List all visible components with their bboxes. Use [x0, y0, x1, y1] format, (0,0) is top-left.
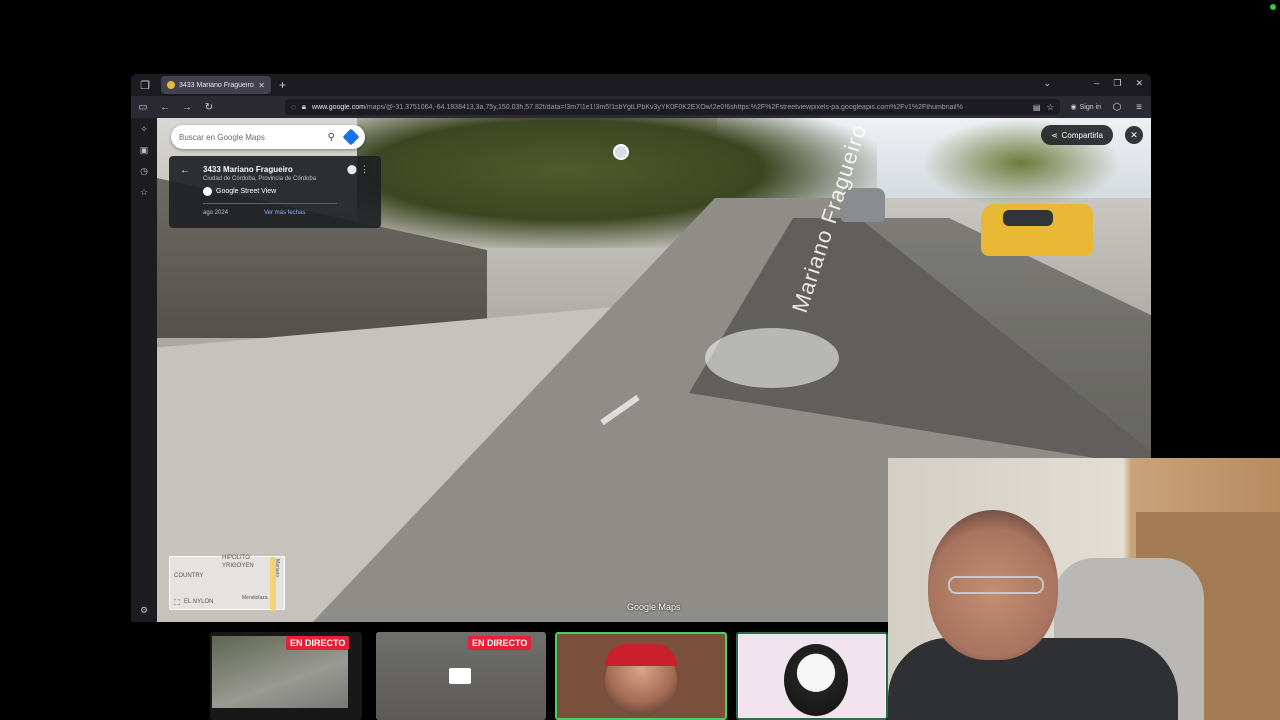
url-text: www.google.com/maps/@-31.3751064,-64.183… [312, 103, 963, 111]
google-logo-icon [203, 187, 212, 196]
maps-favicon-icon [167, 81, 175, 89]
address-city: Ciudad de Córdoba, Provincia de Córdoba [203, 176, 317, 182]
share-button[interactable]: ⋖ Compartirla [1040, 125, 1113, 145]
minimap-label: EL NYLON [184, 599, 214, 605]
sidebar-settings-icon[interactable]: ⚙ [140, 605, 148, 616]
pin-icon[interactable]: ⬤ [347, 164, 357, 175]
minimap[interactable]: HIPOLITO YRIGOYEN COUNTRY EL NYLON Mendi… [169, 555, 285, 611]
browser-tab[interactable]: 3433 Mariano Fragueiro - Góc ✕ [161, 76, 271, 94]
see-more-dates-link[interactable]: Ver más fechas [264, 210, 305, 216]
divider [203, 203, 337, 204]
share-icon: ⋖ [1050, 130, 1058, 140]
webcam-person-body [888, 638, 1178, 720]
sign-in-button[interactable]: ◉ Sign in [1070, 103, 1101, 112]
minimap-label: HIPOLITO [222, 555, 250, 561]
close-tab-icon[interactable]: ✕ [258, 81, 265, 90]
tracking-shield-icon[interactable]: ◌ [291, 103, 296, 112]
stream-tile-1[interactable]: EN DIRECTO [210, 632, 362, 720]
tab-title: 3433 Mariano Fragueiro - Góc [179, 81, 254, 89]
window-close-icon[interactable]: ✕ [1135, 78, 1143, 89]
new-tab-button[interactable]: + [279, 78, 286, 92]
capture-date: ago 2024 [203, 210, 229, 216]
tab-list-icon[interactable]: ❐ [137, 77, 153, 93]
status-indicator [1270, 4, 1276, 10]
list-tabs-chevron-icon[interactable]: ⌄ [1043, 78, 1051, 89]
participant-tile-1[interactable] [555, 632, 727, 720]
sidebar-toggle-icon[interactable]: ▭ [137, 102, 149, 113]
menu-icon[interactable]: ≡ [1133, 102, 1145, 113]
forward-icon[interactable]: → [181, 102, 193, 113]
extensions-icon[interactable]: ⬡ [1111, 102, 1123, 113]
google-maps-watermark: Google Maps [627, 602, 681, 612]
avatar-cap [605, 644, 677, 666]
bookmark-star-icon[interactable]: ☆ [1046, 102, 1054, 113]
yellow-taxi [981, 204, 1093, 256]
screen: ❐ 3433 Mariano Fragueiro - Góc ✕ + ⌄ – ❐… [0, 0, 1280, 720]
ai-chat-icon[interactable]: ✧ [140, 124, 148, 135]
back-arrow-icon[interactable]: ← [180, 165, 190, 176]
stream-tile-2[interactable]: EN DIRECTO [376, 632, 546, 720]
maps-search-box[interactable]: Buscar en Google Maps ⚲ [171, 125, 365, 149]
live-badge: EN DIRECTO [468, 636, 532, 650]
more-options-icon[interactable]: ⋮ [360, 164, 369, 175]
minimap-label: Mendiolaza [242, 595, 268, 601]
close-street-view-icon[interactable]: ✕ [1125, 126, 1143, 144]
minimap-label: Mariano [274, 559, 280, 578]
webcam-overlay [888, 458, 1280, 720]
search-input[interactable]: Buscar en Google Maps [179, 133, 328, 142]
location-info-card: ← 3433 Mariano Fragueiro ⬤ ⋮ Ciudad de C… [169, 156, 381, 228]
nav-bar: ▭ ← → ↻ ◌ 🔒︎ www.google.com/maps/@-31.37… [131, 96, 1151, 118]
search-icon[interactable]: ⚲ [328, 132, 335, 143]
directions-icon[interactable] [342, 128, 360, 146]
address-bar[interactable]: ◌ 🔒︎ www.google.com/maps/@-31.3751064,-6… [285, 99, 1061, 115]
location-marker-icon[interactable] [613, 144, 629, 160]
address-title: 3433 Mariano Fragueiro [203, 165, 293, 174]
screen-share-icon [449, 668, 471, 684]
tab-bar: ❐ 3433 Mariano Fragueiro - Góc ✕ + ⌄ – ❐… [131, 74, 1151, 96]
synced-tabs-icon[interactable]: ▣ [140, 145, 149, 156]
navigation-arrow-ring[interactable] [705, 328, 839, 388]
lock-icon[interactable]: 🔒︎ [302, 102, 306, 112]
back-icon[interactable]: ← [159, 102, 171, 113]
history-icon[interactable]: ◷ [140, 166, 148, 177]
expand-map-icon[interactable]: ⛶ [174, 598, 180, 608]
minimize-icon[interactable]: – [1094, 78, 1099, 89]
live-badge: EN DIRECTO [286, 636, 350, 650]
minimap-label: COUNTRY [174, 573, 204, 579]
account-icon: ◉ [1070, 104, 1077, 111]
street-view-source: Google Street View [203, 187, 276, 196]
window-controls: – ❐ ✕ [1094, 78, 1143, 89]
browser-sidebar: ✧ ▣ ◷ ☆ ⚙ [131, 118, 157, 622]
participant-avatar [784, 644, 848, 716]
reload-icon[interactable]: ↻ [203, 102, 215, 113]
reader-mode-icon[interactable]: ▤ [1033, 103, 1041, 112]
participant-tile-2[interactable] [736, 632, 888, 720]
webcam-glasses [948, 576, 1044, 594]
bookmarks-icon[interactable]: ☆ [140, 187, 148, 198]
restore-icon[interactable]: ❐ [1113, 78, 1121, 89]
minimap-label: YRIGOYEN [222, 563, 254, 569]
